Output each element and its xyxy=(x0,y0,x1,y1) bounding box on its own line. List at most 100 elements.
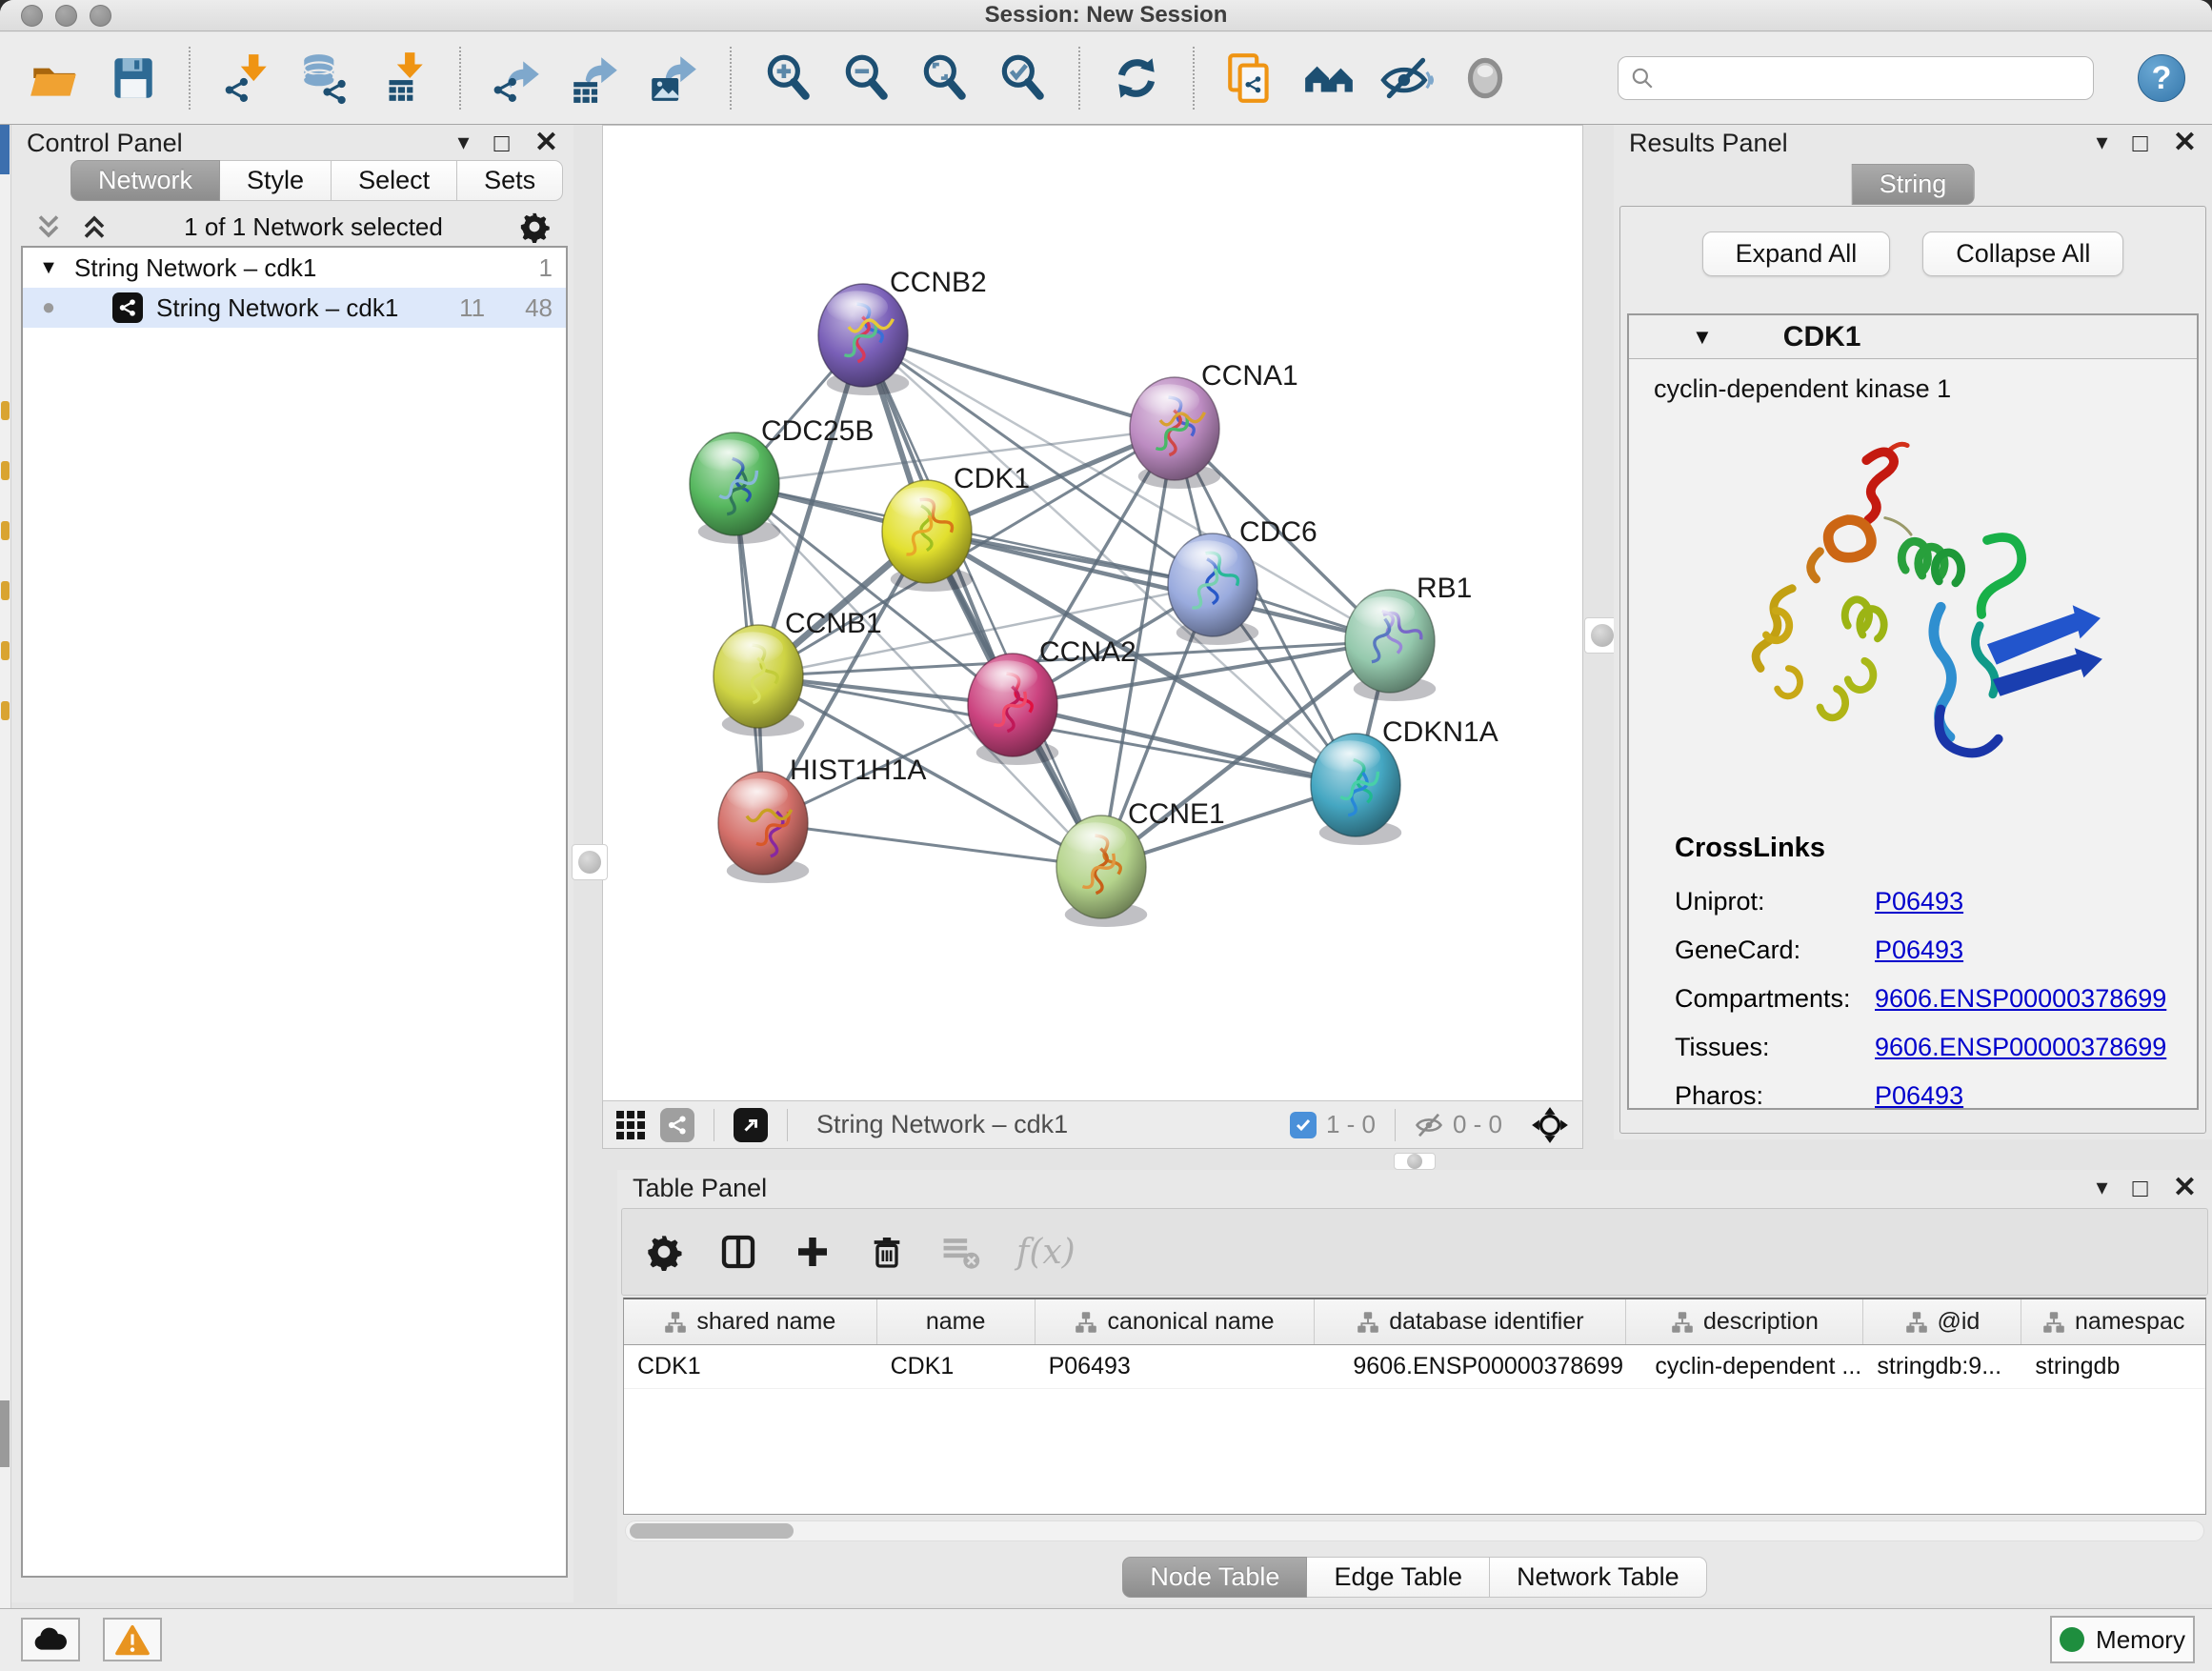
grid-view-icon[interactable] xyxy=(616,1111,645,1139)
string-documents-icon[interactable] xyxy=(1223,50,1278,106)
collapse-all-icon[interactable] xyxy=(34,212,63,241)
import-network-file-icon[interactable] xyxy=(219,50,274,106)
show-columns-icon[interactable] xyxy=(719,1233,757,1271)
export-table-icon[interactable] xyxy=(568,50,623,106)
column-header-id[interactable]: @id xyxy=(1863,1299,2021,1344)
network-edge[interactable] xyxy=(763,823,1101,867)
zoom-selected-icon[interactable] xyxy=(995,50,1050,106)
column-header-canonical-name[interactable]: canonical name xyxy=(1036,1299,1316,1344)
collapse-all-button[interactable]: Collapse All xyxy=(1922,232,2123,276)
tab-style[interactable]: Style xyxy=(220,160,332,201)
table-row[interactable]: CDK1 CDK1 P06493 9606.ENSP00000378699 cy… xyxy=(624,1345,2205,1389)
cell-namespace[interactable]: stringdb xyxy=(2021,1345,2205,1388)
bottom-splitter-handle[interactable] xyxy=(1394,1153,1436,1170)
table-panel-close-icon[interactable]: ✕ xyxy=(2173,1174,2197,1202)
tab-edge-table[interactable]: Edge Table xyxy=(1307,1557,1490,1598)
search-input[interactable] xyxy=(1662,64,2081,92)
network-node-HIST1H1A[interactable]: HIST1H1A xyxy=(718,755,926,883)
tab-network[interactable]: Network xyxy=(70,160,220,201)
network-node-CDC25B[interactable]: CDC25B xyxy=(690,415,874,544)
zoom-fit-icon[interactable] xyxy=(916,50,972,106)
network-canvas[interactable]: CCNB2CCNA1CDC25BCDK1CDC6RB1CCNB1CCNA2CDK… xyxy=(602,125,1583,1101)
tab-select[interactable]: Select xyxy=(332,160,457,201)
zoom-out-icon[interactable] xyxy=(838,50,894,106)
export-image-icon[interactable] xyxy=(646,50,701,106)
network-overview-icon[interactable] xyxy=(660,1108,694,1142)
houses-icon[interactable] xyxy=(1301,50,1357,106)
column-header-database-identifier[interactable]: database identifier xyxy=(1315,1299,1626,1344)
help-button[interactable]: ? xyxy=(2138,54,2185,102)
crosslink-link[interactable]: 9606.ENSP00000378699 xyxy=(1875,984,2166,1014)
cell-name[interactable]: CDK1 xyxy=(877,1345,1036,1388)
results-panel-close-icon[interactable]: ✕ xyxy=(2173,129,2197,157)
network-node-CDC6[interactable]: CDC6 xyxy=(1168,516,1317,645)
cell-canonical-name[interactable]: P06493 xyxy=(1036,1345,1316,1388)
table-panel-float-icon[interactable]: □ xyxy=(2133,1176,2148,1201)
toolbar-separator xyxy=(189,47,191,110)
gene-expander-icon[interactable]: ▼ xyxy=(1692,325,1713,350)
cloud-button[interactable] xyxy=(21,1618,80,1661)
network-edge[interactable] xyxy=(863,335,1101,867)
zoom-window-button[interactable] xyxy=(90,5,111,27)
table-panel-menu-icon[interactable]: ▾ xyxy=(2097,1177,2108,1199)
cell-description[interactable]: cyclin-dependent ... xyxy=(1626,1345,1863,1388)
crosslink-link[interactable]: P06493 xyxy=(1875,936,1963,965)
memory-button[interactable]: Memory xyxy=(2050,1616,2195,1663)
network-edge[interactable] xyxy=(1013,705,1356,785)
selected-checkbox-icon[interactable] xyxy=(1290,1112,1317,1138)
gray-eye-icon[interactable] xyxy=(1458,50,1513,106)
import-table-icon[interactable] xyxy=(375,50,431,106)
gene-section-header[interactable]: ▼ CDK1 xyxy=(1629,315,2197,359)
network-node-CDKN1A[interactable]: CDKN1A xyxy=(1311,716,1498,845)
tab-sets[interactable]: Sets xyxy=(457,160,563,201)
column-header-description[interactable]: description xyxy=(1626,1299,1863,1344)
expand-all-icon[interactable] xyxy=(80,212,109,241)
network-node-RB1[interactable]: RB1 xyxy=(1345,573,1472,701)
cell-id[interactable]: stringdb:9... xyxy=(1863,1345,2021,1388)
control-panel-close-icon[interactable]: ✕ xyxy=(534,129,558,157)
network-row[interactable]: ● String Network – cdk1 11 48 xyxy=(23,288,566,328)
crosslink-link[interactable]: P06493 xyxy=(1875,1081,1963,1110)
table-horizontal-scrollbar[interactable] xyxy=(625,1520,2204,1541)
network-node-CCNB2[interactable]: CCNB2 xyxy=(818,267,987,395)
tab-string[interactable]: String xyxy=(1852,164,1975,205)
network-options-gear-icon[interactable] xyxy=(518,211,551,243)
tree-expander-icon[interactable]: ▼ xyxy=(36,257,61,279)
cell-database-identifier[interactable]: 9606.ENSP00000378699 xyxy=(1315,1345,1626,1388)
refresh-icon[interactable] xyxy=(1109,50,1164,106)
column-header-shared-name[interactable]: shared name xyxy=(624,1299,877,1344)
table-settings-gear-icon[interactable] xyxy=(645,1233,683,1271)
control-panel-float-icon[interactable]: □ xyxy=(494,131,510,156)
close-window-button[interactable] xyxy=(21,5,43,27)
expand-all-button[interactable]: Expand All xyxy=(1702,232,1891,276)
hide-panel-eye-icon[interactable] xyxy=(1379,50,1435,106)
delete-column-icon[interactable] xyxy=(868,1233,906,1271)
search-field[interactable] xyxy=(1618,56,2094,100)
crosslink-link[interactable]: P06493 xyxy=(1875,887,1963,916)
import-network-database-icon[interactable] xyxy=(297,50,352,106)
warning-button[interactable] xyxy=(103,1618,162,1661)
crosslink-link[interactable]: 9606.ENSP00000378699 xyxy=(1875,1033,2166,1062)
add-column-icon[interactable] xyxy=(794,1233,832,1271)
tab-node-table[interactable]: Node Table xyxy=(1122,1557,1307,1598)
network-edge[interactable] xyxy=(863,335,1175,429)
network-edge[interactable] xyxy=(927,532,1390,641)
save-session-icon[interactable] xyxy=(105,50,160,106)
network-collection-row[interactable]: ▼ String Network – cdk1 1 xyxy=(23,248,566,288)
scrollbar-thumb[interactable] xyxy=(630,1523,794,1539)
minimize-window-button[interactable] xyxy=(55,5,77,27)
cell-shared-name[interactable]: CDK1 xyxy=(624,1345,877,1388)
move-crosshair-icon[interactable] xyxy=(1531,1106,1569,1144)
export-network-icon[interactable] xyxy=(490,50,545,106)
detach-view-icon[interactable] xyxy=(734,1108,768,1142)
control-panel-menu-icon[interactable]: ▾ xyxy=(458,131,470,154)
left-splitter-handle[interactable] xyxy=(572,844,608,880)
column-header-namespace[interactable]: namespac xyxy=(2021,1299,2205,1344)
network-node-CCNE1[interactable]: CCNE1 xyxy=(1056,798,1225,927)
results-panel-menu-icon[interactable]: ▾ xyxy=(2097,131,2108,154)
open-session-icon[interactable] xyxy=(27,50,82,106)
column-header-name[interactable]: name xyxy=(877,1299,1036,1344)
results-panel-float-icon[interactable]: □ xyxy=(2133,131,2148,156)
zoom-in-icon[interactable] xyxy=(760,50,815,106)
tab-network-table[interactable]: Network Table xyxy=(1490,1557,1707,1598)
